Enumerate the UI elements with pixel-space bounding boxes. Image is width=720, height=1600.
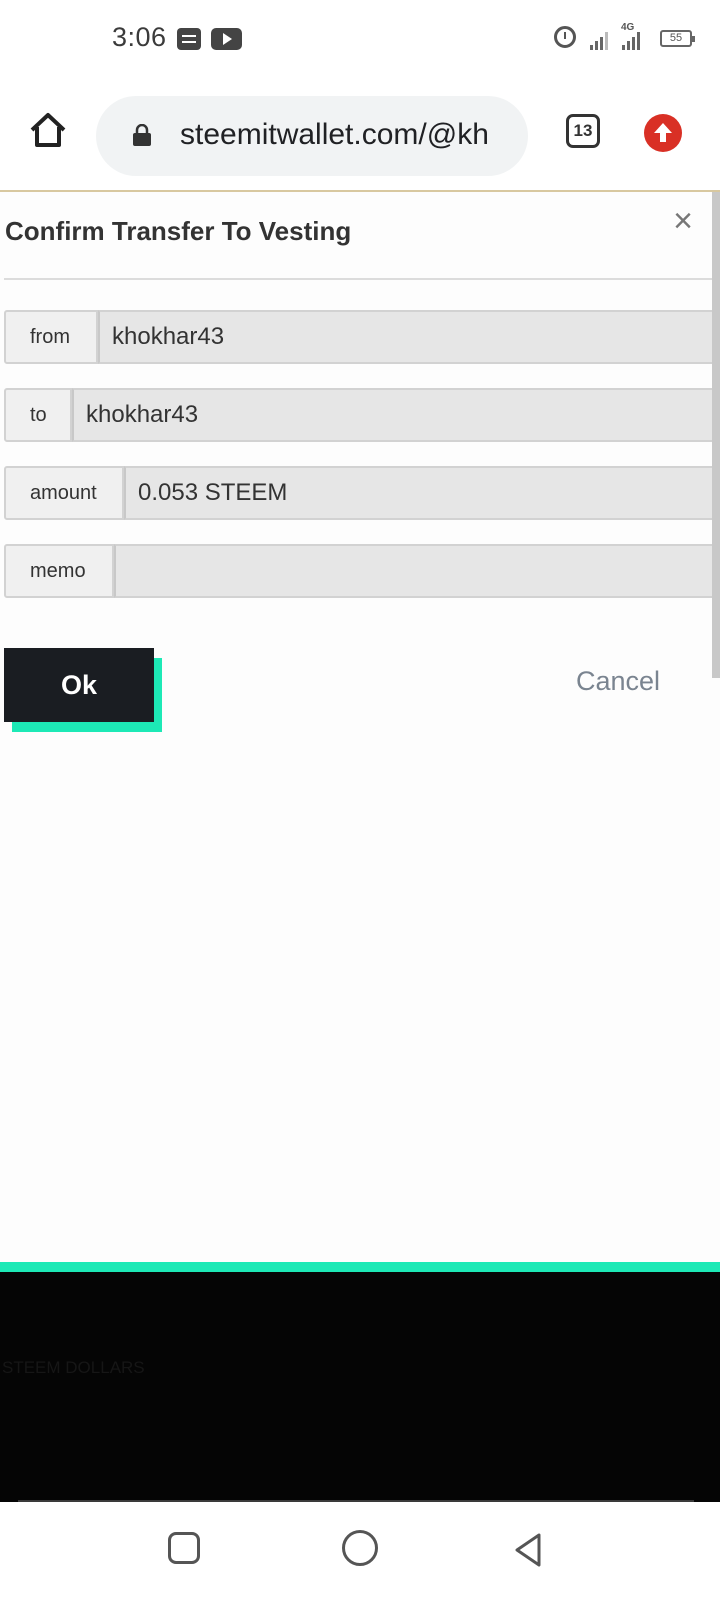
- to-row: to khokhar43: [4, 388, 716, 442]
- tabs-icon[interactable]: 13: [566, 114, 600, 148]
- system-nav-bar: [0, 1502, 720, 1600]
- back-icon[interactable]: [512, 1532, 544, 1568]
- status-bar: 3:06 4G 55: [0, 0, 720, 80]
- browser-toolbar: steemitwallet.com/@kh 13: [0, 80, 720, 190]
- cancel-button[interactable]: Cancel: [576, 666, 660, 697]
- dialog-title: Confirm Transfer To Vesting: [5, 216, 352, 246]
- memo-row: memo: [4, 544, 716, 598]
- address-bar[interactable]: steemitwallet.com/@kh: [96, 96, 528, 176]
- signal-icon: [622, 28, 640, 50]
- url-text: steemitwallet.com/@kh: [180, 118, 489, 151]
- confirm-dialog: Confirm Transfer To Vesting × from khokh…: [0, 190, 720, 1264]
- home-icon[interactable]: [28, 110, 68, 150]
- scrollbar[interactable]: [712, 192, 720, 678]
- battery-icon: 55: [660, 30, 695, 47]
- amount-value: 0.053 STEEM: [124, 466, 716, 520]
- underlying-page: STEEM DOLLARS: [0, 1262, 720, 1508]
- lock-icon: [132, 123, 152, 146]
- from-label: from: [4, 310, 98, 364]
- alarm-icon: [554, 26, 576, 48]
- youtube-icon: [211, 28, 242, 50]
- amount-label: amount: [4, 466, 124, 520]
- signal-icon: [590, 28, 608, 50]
- notification-doc-icon: [177, 28, 201, 50]
- divider: [4, 278, 714, 280]
- memo-label: memo: [4, 544, 114, 598]
- from-value: khokhar43: [98, 310, 716, 364]
- ok-button-wrap: Ok: [4, 648, 162, 732]
- update-icon[interactable]: [644, 114, 682, 152]
- underlying-text: STEEM DOLLARS: [2, 1358, 145, 1377]
- memo-value: [114, 544, 716, 598]
- ok-button[interactable]: Ok: [4, 648, 154, 722]
- close-icon[interactable]: ×: [668, 204, 698, 238]
- home-circle-icon[interactable]: [342, 1530, 378, 1566]
- recent-apps-icon[interactable]: [168, 1532, 200, 1564]
- status-time: 3:06: [112, 22, 167, 52]
- to-label: to: [4, 388, 72, 442]
- from-row: from khokhar43: [4, 310, 716, 364]
- amount-row: amount 0.053 STEEM: [4, 466, 716, 520]
- to-value: khokhar43: [72, 388, 716, 442]
